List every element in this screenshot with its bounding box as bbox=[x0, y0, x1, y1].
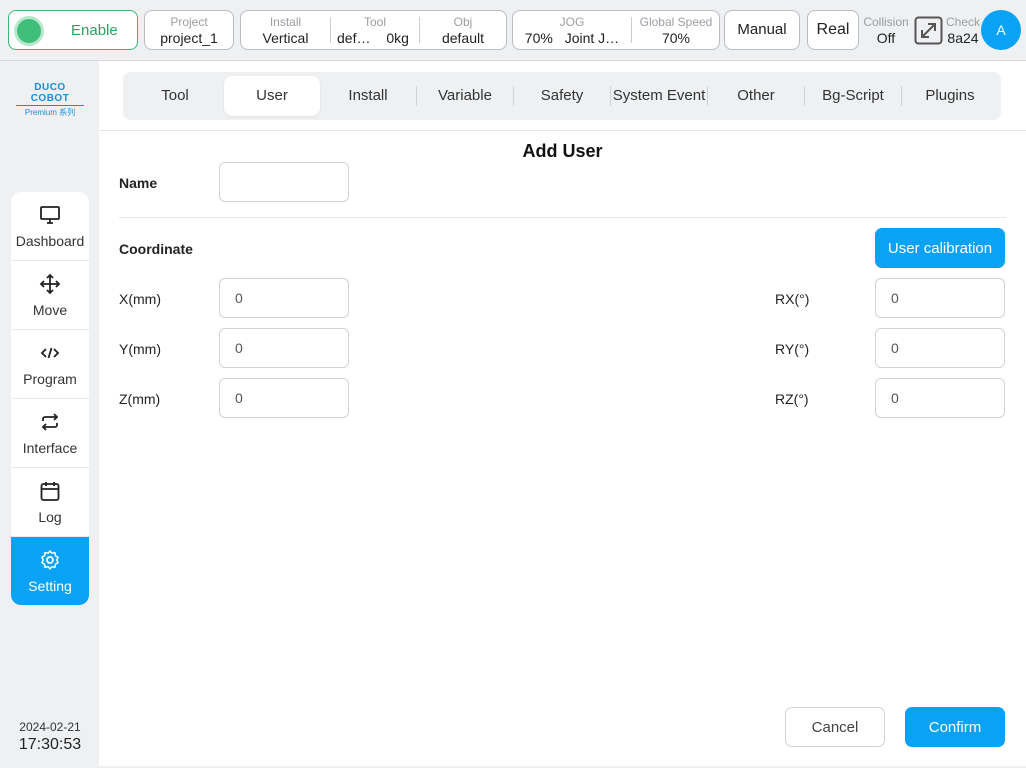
code-icon bbox=[40, 347, 60, 359]
tab-system-event[interactable]: System Event bbox=[611, 76, 707, 116]
top-status-bar: Enable Project project_1 Install Vertica… bbox=[0, 0, 1026, 61]
install-tool-obj-group: Install Vertical Tool def… 0kg Obj defau… bbox=[240, 10, 507, 50]
check-value: 8a24 bbox=[947, 30, 979, 46]
rz-input[interactable] bbox=[875, 378, 1005, 418]
ry-input[interactable] bbox=[875, 328, 1005, 368]
tab-plugins[interactable]: Plugins bbox=[902, 76, 998, 116]
obj-caption: Obj bbox=[453, 15, 473, 29]
jog-percent: 70% bbox=[524, 30, 553, 46]
tab-tool[interactable]: Tool bbox=[127, 76, 223, 116]
collision-caption: Collision bbox=[863, 15, 909, 29]
collision-value: Off bbox=[876, 30, 896, 46]
project-selector[interactable]: Project project_1 bbox=[144, 10, 234, 50]
sidebar-item-label: Dashboard bbox=[15, 233, 85, 249]
logo-line bbox=[16, 105, 84, 106]
tab-user[interactable]: User bbox=[224, 76, 320, 116]
system-clock: 2024-02-21 17:30:53 bbox=[0, 720, 100, 754]
rx-label: RX(°) bbox=[775, 291, 810, 307]
calendar-icon bbox=[40, 482, 60, 501]
manual-mode-button[interactable]: Manual bbox=[724, 10, 800, 50]
clock-time: 17:30:53 bbox=[18, 736, 82, 753]
enable-button[interactable]: Enable bbox=[8, 10, 138, 50]
global-speed-caption: Global Speed bbox=[639, 15, 713, 29]
check-caption: Check bbox=[945, 15, 980, 29]
user-avatar[interactable]: A bbox=[981, 10, 1021, 50]
tabs-divider bbox=[99, 130, 1026, 131]
x-input[interactable] bbox=[219, 278, 349, 318]
y-label: Y(mm) bbox=[119, 341, 161, 357]
global-speed-selector[interactable]: Global Speed 70% bbox=[632, 11, 720, 49]
jog-speed-group: JOG 70% Joint J… Global Speed 70% bbox=[512, 10, 720, 50]
move-arrows-icon bbox=[39, 273, 61, 295]
jog-caption: JOG bbox=[559, 15, 585, 29]
enable-status-dot bbox=[17, 19, 41, 43]
obj-value: default bbox=[441, 30, 485, 46]
section-divider bbox=[119, 217, 1006, 218]
install-selector[interactable]: Install Vertical bbox=[241, 11, 330, 49]
cancel-button[interactable]: Cancel bbox=[785, 707, 885, 747]
check-status[interactable]: Check 8a24 bbox=[944, 15, 982, 46]
side-navigation: Dashboard Move Program Interface Log Set… bbox=[11, 192, 89, 605]
obj-selector[interactable]: Obj default bbox=[420, 11, 506, 49]
confirm-button[interactable]: Confirm bbox=[905, 707, 1005, 747]
sidebar-item-program[interactable]: Program bbox=[11, 330, 89, 399]
settings-tabs: Tool User Install Variable Safety System… bbox=[123, 72, 1001, 120]
jog-selector[interactable]: JOG 70% Joint J… bbox=[513, 11, 631, 49]
y-input[interactable] bbox=[219, 328, 349, 368]
sidebar-item-setting[interactable]: Setting bbox=[11, 537, 89, 605]
sidebar-item-label: Interface bbox=[22, 440, 78, 456]
tool-selector[interactable]: Tool def… 0kg bbox=[331, 11, 419, 49]
sidebar-item-interface[interactable]: Interface bbox=[11, 399, 89, 468]
tool-name: def… bbox=[337, 30, 371, 46]
settings-panel: Tool User Install Variable Safety System… bbox=[99, 61, 1026, 766]
sidebar-item-move[interactable]: Move bbox=[11, 261, 89, 330]
swap-arrows-icon bbox=[41, 413, 59, 431]
sidebar-item-log[interactable]: Log bbox=[11, 468, 89, 537]
name-label: Name bbox=[119, 175, 158, 191]
clock-date: 2024-02-21 bbox=[19, 720, 81, 734]
sidebar-item-label: Setting bbox=[28, 578, 72, 594]
sidebar-item-label: Move bbox=[32, 302, 68, 318]
tab-safety[interactable]: Safety bbox=[514, 76, 610, 116]
enable-label: Enable bbox=[71, 22, 118, 39]
real-mode-button[interactable]: Real bbox=[807, 10, 859, 50]
rx-input[interactable] bbox=[875, 278, 1005, 318]
tool-caption: Tool bbox=[363, 15, 386, 29]
rz-label: RZ(°) bbox=[775, 391, 809, 407]
ry-label: RY(°) bbox=[775, 341, 810, 357]
project-caption: Project bbox=[170, 15, 208, 29]
gear-icon bbox=[41, 550, 59, 570]
monitor-icon bbox=[40, 206, 60, 224]
install-value: Vertical bbox=[262, 30, 309, 46]
tab-other[interactable]: Other bbox=[708, 76, 804, 116]
logo-sub: Premium 系列 bbox=[24, 108, 76, 117]
sidebar-item-label: Log bbox=[38, 509, 62, 525]
install-caption: Install bbox=[269, 15, 302, 29]
sidebar-item-dashboard[interactable]: Dashboard bbox=[11, 192, 89, 261]
global-speed-value: 70% bbox=[661, 30, 691, 46]
tab-variable[interactable]: Variable bbox=[417, 76, 513, 116]
z-label: Z(mm) bbox=[119, 391, 161, 407]
collision-status[interactable]: Collision Off bbox=[862, 15, 910, 46]
user-calibration-button[interactable]: User calibration bbox=[875, 228, 1005, 268]
project-value: project_1 bbox=[160, 30, 218, 46]
logo-brand: DUCO COBOT bbox=[30, 82, 70, 104]
jog-mode: Joint J… bbox=[564, 30, 620, 46]
name-input[interactable] bbox=[219, 162, 349, 202]
page-title: Add User bbox=[522, 141, 603, 161]
x-label: X(mm) bbox=[119, 291, 161, 307]
sidebar-item-label: Program bbox=[23, 371, 77, 387]
z-input[interactable] bbox=[219, 378, 349, 418]
expand-icon[interactable] bbox=[914, 16, 943, 45]
tab-install[interactable]: Install bbox=[320, 76, 416, 116]
coordinate-label: Coordinate bbox=[119, 241, 193, 257]
duco-logo: DUCO COBOT Premium 系列 bbox=[14, 82, 86, 118]
tab-bg-script[interactable]: Bg-Script bbox=[805, 76, 901, 116]
tool-weight: 0kg bbox=[386, 30, 409, 46]
